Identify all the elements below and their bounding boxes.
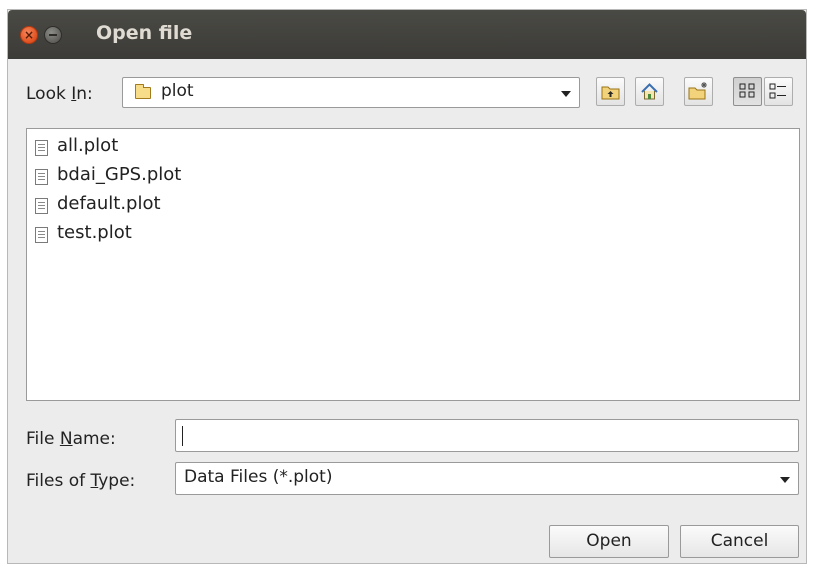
home-button[interactable] bbox=[635, 77, 664, 106]
look-in-combo[interactable]: plot bbox=[122, 77, 580, 108]
list-view-button[interactable] bbox=[733, 77, 762, 106]
text-file-icon bbox=[35, 140, 48, 156]
text-caret bbox=[182, 426, 183, 446]
file-name: bdai_GPS.plot bbox=[57, 164, 182, 185]
details-view-button[interactable] bbox=[764, 77, 793, 106]
title-bar[interactable]: × Open file bbox=[8, 10, 806, 59]
folder-icon bbox=[135, 84, 151, 99]
create-new-folder-icon bbox=[688, 82, 707, 100]
text-file-icon bbox=[35, 169, 48, 185]
up-one-level-icon bbox=[601, 86, 620, 100]
chevron-down-icon bbox=[561, 91, 571, 97]
up-one-level-button[interactable] bbox=[596, 77, 625, 106]
file-name: default.plot bbox=[57, 193, 161, 214]
file-list[interactable]: all.plot bdai_GPS.plot default.plot test… bbox=[26, 128, 800, 401]
open-button[interactable]: Open bbox=[549, 525, 669, 558]
file-name: test.plot bbox=[57, 222, 132, 243]
minimize-window-icon[interactable] bbox=[44, 26, 62, 44]
chevron-down-icon bbox=[780, 477, 790, 483]
cancel-button[interactable]: Cancel bbox=[680, 525, 799, 558]
home-icon bbox=[641, 83, 658, 100]
file-name-label: File Name: bbox=[26, 429, 116, 449]
create-new-folder-button[interactable] bbox=[684, 77, 713, 106]
window-title: Open file bbox=[96, 22, 193, 44]
files-of-type-label: Files of Type: bbox=[26, 471, 136, 491]
open-file-dialog: × Open file Look In: plot all.plot bdai_… bbox=[7, 9, 807, 564]
close-window-icon[interactable]: × bbox=[20, 26, 38, 44]
files-of-type-value: Data Files (*.plot) bbox=[184, 467, 333, 487]
files-of-type-combo[interactable]: Data Files (*.plot) bbox=[175, 462, 799, 495]
look-in-value: plot bbox=[161, 81, 194, 101]
file-name: all.plot bbox=[57, 135, 119, 156]
list-view-icon bbox=[739, 83, 755, 98]
look-in-label: Look In: bbox=[26, 84, 93, 104]
text-file-icon bbox=[35, 227, 48, 243]
details-view-icon bbox=[769, 83, 786, 99]
file-name-input[interactable] bbox=[175, 419, 799, 452]
text-file-icon bbox=[35, 198, 48, 214]
